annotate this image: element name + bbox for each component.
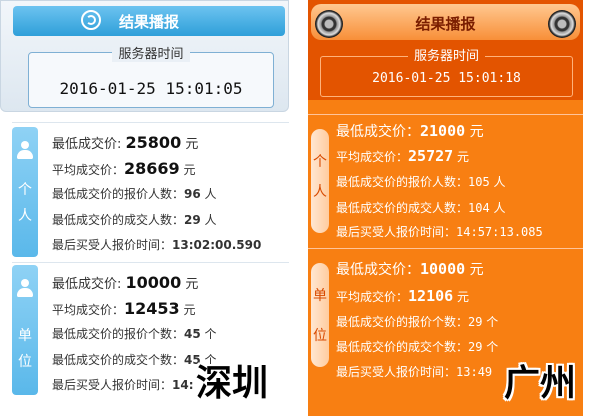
avg-price-value: 28669 (124, 159, 180, 178)
avg-price-row: 平均成交价：28669 元 (52, 159, 196, 178)
result-header: 结果播报 服务器时间 2016-01-25 15:01:05 (0, 0, 289, 112)
side-label-2: 位 (18, 354, 32, 370)
min-price-value: 10000 (420, 260, 466, 278)
server-time-value: 2016-01-25 15:01:18 (372, 71, 521, 86)
panel-title: 结果播报 (415, 15, 476, 33)
bidders-row: 最低成交价的报价个数：45 个 (52, 327, 217, 341)
server-time-label: 服务器时间 (407, 49, 485, 64)
server-time-label: 服务器时间 (112, 47, 190, 62)
wheel-icon (548, 10, 576, 38)
last-time-row: 最后买受人报价时间：13:49 (336, 365, 493, 379)
deals-value: 104 (468, 201, 490, 215)
min-price-row: 最低成交价：21000 元 (336, 122, 484, 140)
side-label-2: 人 (313, 184, 327, 200)
deals-row: 最低成交价的成交人数：104 人 (336, 201, 506, 215)
server-time-box: 服务器时间 2016-01-25 15:01:18 (320, 49, 573, 97)
city-label-shenzhen: 深圳 (196, 363, 269, 404)
deals-row: 最低成交价的成交个数：29 个 (336, 340, 499, 354)
avg-price-row: 平均成交价：12453 元 (52, 299, 196, 318)
bidders-value: 29 (468, 315, 483, 329)
last-time-value: 13:49 (456, 365, 493, 379)
avg-price-value: 12453 (124, 299, 180, 318)
result-header: 结果播报 服务器时间 2016-01-25 15:01:18 (308, 0, 583, 100)
side-label-1: 单 (18, 328, 32, 344)
last-time-row: 最后买受人报价时间：14: (52, 378, 194, 392)
side-label-1: 个 (18, 182, 32, 198)
bidders-row: 最低成交价的报价人数：96 人 (52, 187, 217, 201)
min-price-value: 21000 (420, 122, 466, 140)
server-time-value: 2016-01-25 15:01:05 (59, 79, 243, 98)
min-price-row: 最低成交价: 10000 元 (52, 273, 199, 292)
min-price-value: 10000 (125, 273, 182, 292)
individual-section: 个 人 最低成交价: 25800 元 平均成交价：28669 元 最低成交价的报… (12, 122, 289, 261)
bidders-value: 96 (184, 187, 201, 201)
unit-side-tab: 单 位 (311, 263, 329, 367)
deals-row: 最低成交价的成交人数：29 人 (52, 213, 217, 227)
min-price-row: 最低成交价：10000 元 (336, 260, 484, 278)
city-label-guangzhou: 广州 (504, 363, 577, 404)
individual-side-tab: 个 人 (12, 127, 38, 257)
individual-side-tab: 个 人 (311, 129, 329, 233)
group-icon (17, 279, 33, 297)
last-time-value: 13:02:00.590 (172, 238, 262, 252)
bidders-row: 最低成交价的报价人数：105 人 (336, 175, 506, 189)
side-label-1: 个 (313, 154, 327, 170)
last-time-row: 最后买受人报价时间：14:57:13.085 (336, 225, 543, 239)
side-label-1: 单 (313, 288, 327, 304)
person-icon (17, 141, 33, 159)
panel-title: 结果播报 (118, 13, 179, 31)
avg-price-value: 25727 (408, 147, 454, 165)
last-time-value: 14: (172, 378, 194, 392)
unit-side-tab: 单 位 (12, 265, 38, 395)
individual-section: 个 人 最低成交价：21000 元 平均成交价：25727 元 最低成交价的报价… (308, 114, 583, 247)
last-time-row: 最后买受人报价时间：13:02:00.590 (52, 238, 262, 252)
avg-price-row: 平均成交价：25727 元 (336, 147, 470, 165)
bidders-value: 105 (468, 175, 490, 189)
title-bar: 结果播报 (311, 4, 580, 40)
side-label-2: 人 (18, 208, 32, 224)
deals-value: 29 (184, 213, 201, 227)
side-label-2: 位 (313, 328, 327, 344)
bidders-row: 最低成交价的报价个数：29 个 (336, 315, 499, 329)
bidders-value: 45 (184, 327, 201, 341)
deals-value: 29 (468, 340, 483, 354)
avg-price-row: 平均成交价：12106 元 (336, 287, 470, 305)
min-price-row: 最低成交价: 25800 元 (52, 133, 199, 152)
title-bar: 结果播报 (13, 6, 285, 36)
deals-row: 最低成交价的成交个数：45 个 (52, 353, 217, 367)
avg-price-value: 12106 (408, 287, 454, 305)
last-time-value: 14:57:13.085 (456, 225, 543, 239)
min-price-value: 25800 (125, 133, 182, 152)
server-time-box: 服务器时间 2016-01-25 15:01:05 (28, 47, 274, 108)
